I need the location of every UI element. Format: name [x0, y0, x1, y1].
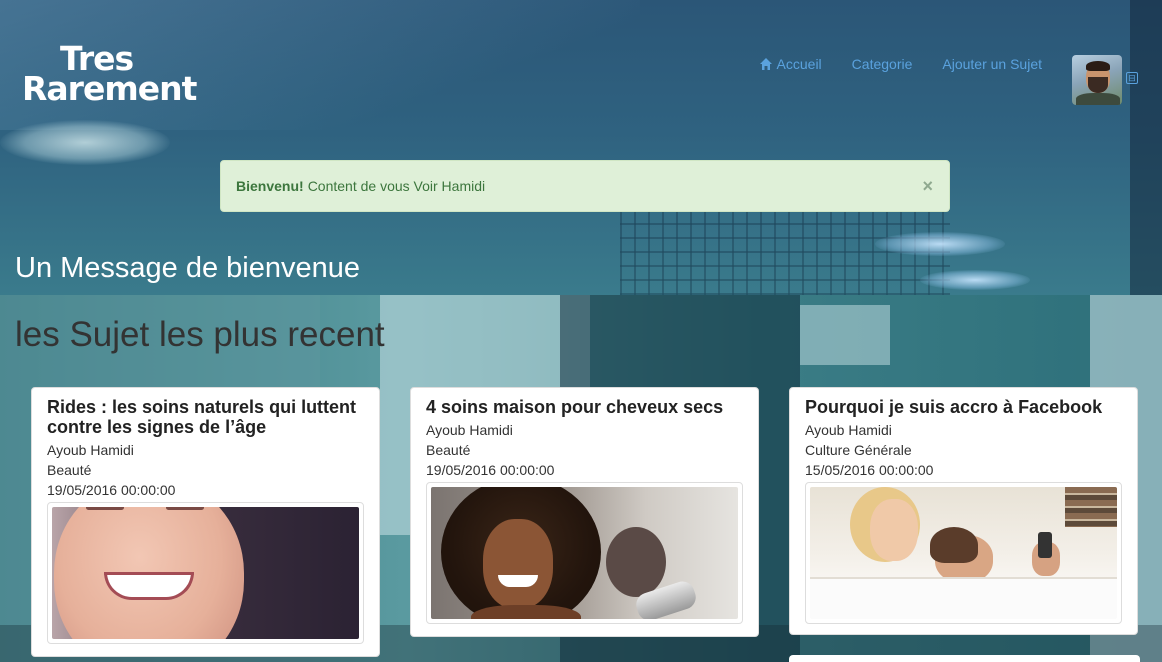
hero-background-ceiling: [620, 200, 950, 295]
topic-date: 15/05/2016 00:00:00: [805, 462, 934, 478]
image-eye: [166, 507, 204, 510]
nav-item-accueil[interactable]: Accueil: [759, 56, 822, 72]
image-face: [54, 507, 244, 639]
topic-image: [810, 487, 1117, 619]
home-icon: [759, 58, 772, 70]
topic-category: Beauté: [47, 462, 92, 478]
image-eye: [86, 507, 124, 510]
topic-image: [431, 487, 738, 619]
alert-message: Content de vous Voir Hamidi: [307, 178, 486, 194]
topic-card[interactable]: 4 soins maison pour cheveux secs Ayoub H…: [410, 387, 759, 637]
user-menu-icon[interactable]: ⊟: [1126, 72, 1138, 84]
image-smile: [498, 575, 538, 587]
hero-background-light: [875, 232, 1005, 256]
topic-category: Culture Générale: [805, 442, 912, 458]
logo-line-2: Rarement: [22, 69, 197, 108]
close-icon[interactable]: ×: [922, 177, 933, 195]
topic-thumbnail[interactable]: [426, 482, 743, 624]
topic-card-partial[interactable]: [789, 655, 1140, 662]
topic-author: Ayoub Hamidi: [47, 442, 134, 458]
nav-item-label: Ajouter un Sujet: [942, 56, 1042, 72]
image-background-person: [606, 527, 666, 597]
hero-banner: Tres Rarement Accueil Categorie Ajouter …: [0, 0, 1162, 295]
topic-title[interactable]: Rides : les soins naturels qui luttent c…: [47, 397, 364, 437]
avatar-hair: [1086, 61, 1110, 71]
topic-thumbnail[interactable]: [805, 482, 1122, 624]
image-face: [483, 519, 553, 609]
image-blanket: [810, 577, 1117, 619]
hero-title: Un Message de bienvenue: [15, 252, 361, 284]
topic-date: 19/05/2016 00:00:00: [47, 482, 176, 498]
hero-background-lamp: [0, 120, 170, 165]
topic-card[interactable]: Rides : les soins naturels qui luttent c…: [31, 387, 380, 657]
content-background-board: [800, 305, 890, 365]
topic-category: Beauté: [426, 442, 471, 458]
avatar-beard: [1088, 77, 1108, 93]
topic-author: Ayoub Hamidi: [805, 422, 892, 438]
image-smile: [104, 572, 194, 600]
topic-author: Ayoub Hamidi: [426, 422, 513, 438]
nav-item-ajouter-sujet[interactable]: Ajouter un Sujet: [942, 56, 1042, 72]
hero-background-edge: [1130, 0, 1162, 295]
main-nav: Accueil Categorie Ajouter un Sujet: [759, 56, 1042, 72]
section-title: les Sujet les plus recent: [15, 315, 385, 354]
image-books: [1065, 487, 1117, 527]
topic-title[interactable]: Pourquoi je suis accro à Facebook: [805, 397, 1122, 417]
welcome-alert: Bienvenu! Content de vous Voir Hamidi ×: [220, 160, 950, 212]
image-face: [870, 499, 918, 561]
topic-thumbnail[interactable]: [47, 502, 364, 644]
nav-item-label: Accueil: [776, 56, 822, 72]
user-avatar[interactable]: [1072, 55, 1122, 105]
topic-card[interactable]: Pourquoi je suis accro à Facebook Ayoub …: [789, 387, 1138, 635]
hero-background-light: [920, 270, 1030, 290]
nav-item-label: Categorie: [851, 56, 913, 72]
topic-image: [52, 507, 359, 639]
image-hair: [930, 527, 978, 563]
nav-item-categorie[interactable]: Categorie: [852, 56, 913, 72]
alert-strong: Bienvenu!: [236, 178, 304, 194]
topic-date: 19/05/2016 00:00:00: [426, 462, 555, 478]
avatar-shirt: [1076, 93, 1120, 105]
recent-topics-section: les Sujet les plus recent Rides : les so…: [0, 295, 1162, 662]
site-logo[interactable]: Tres Rarement: [22, 42, 212, 108]
topic-title[interactable]: 4 soins maison pour cheveux secs: [426, 397, 743, 417]
image-phone: [1038, 532, 1052, 558]
image-shoulders: [471, 605, 581, 619]
